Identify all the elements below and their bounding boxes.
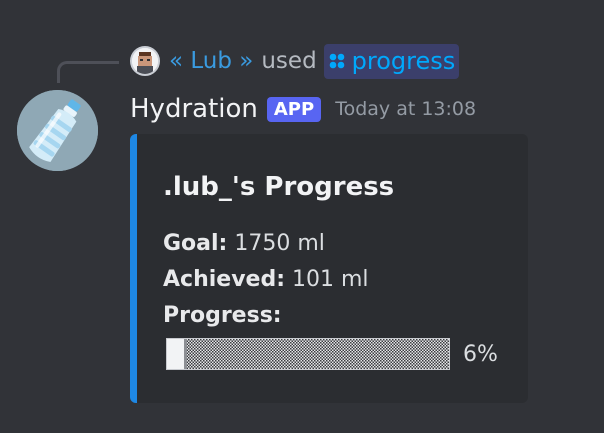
water-bottle-icon: [17, 90, 98, 171]
progress-embed: .lub_'s Progress Goal: 1750 ml Achieved:…: [130, 134, 528, 403]
goal-field: Goal: 1750 ml: [163, 231, 325, 256]
reply-user-avatar[interactable]: [130, 46, 160, 76]
achieved-value: 101 ml: [292, 267, 369, 292]
goal-label: Goal:: [163, 231, 228, 256]
progress-row: 6%: [166, 338, 498, 370]
achieved-field: Achieved: 101 ml: [163, 267, 369, 292]
command-name: progress: [351, 47, 456, 75]
reply-header: « Lub » used progress: [130, 43, 460, 79]
progress-bar: [166, 338, 450, 370]
message-timestamp[interactable]: Today at 13:08: [335, 98, 476, 120]
progress-label: Progress:: [163, 303, 282, 328]
apps-icon: [329, 53, 344, 69]
author-name[interactable]: Hydration: [130, 94, 258, 124]
reply-username[interactable]: « Lub »: [169, 48, 253, 74]
achieved-label: Achieved:: [163, 267, 285, 292]
progress-field: Progress:: [163, 303, 282, 328]
app-badge: APP: [266, 96, 322, 122]
command-mention[interactable]: progress: [323, 43, 460, 79]
bot-avatar[interactable]: [17, 90, 98, 171]
message-header: Hydration APP Today at 13:08: [130, 90, 476, 128]
reply-connector: [57, 61, 119, 83]
reply-used-text: used: [261, 48, 317, 74]
embed-title: .lub_'s Progress: [163, 172, 395, 202]
goal-value: 1750 ml: [234, 231, 325, 256]
progress-bar-fill: [167, 339, 187, 369]
progress-percent: 6%: [463, 341, 498, 367]
